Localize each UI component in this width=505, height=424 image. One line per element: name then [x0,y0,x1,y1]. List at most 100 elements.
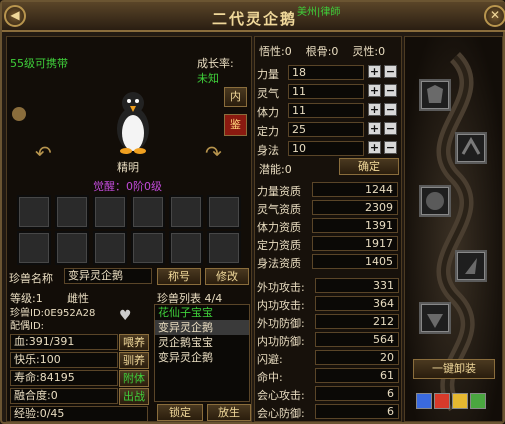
skill-slot[interactable] [131,195,165,229]
pet-list: 花仙子宝宝 变异灵企鹅 灵企鹅宝宝 变异灵企鹅 [154,304,250,402]
stat-value: 25 [288,122,364,137]
rotate-right-icon[interactable]: ↷ [205,141,222,165]
confirm-button[interactable]: 确定 [339,158,399,175]
lightning-icon[interactable] [452,393,468,409]
minus-icon[interactable]: − [384,141,397,154]
lock-button[interactable]: 锁定 [157,404,203,421]
back-button[interactable]: ◀ [4,5,26,27]
shell-icon [426,192,444,210]
plus-icon[interactable]: + [368,65,381,78]
minus-icon[interactable]: − [384,84,397,97]
pet-window: 二代灵企鹅 ◀ ✕ 55级可携带 成长率: 未知 内 鉴 ↶ ↷ 精明 觉醒：0… [0,0,505,424]
aptitude-name: 灵气资质 [257,203,301,216]
stat-row: 定力 25 + − [255,121,403,139]
combat-row: 外功攻击: 331 [255,277,403,295]
potential: 潜能:0 [259,163,292,176]
combat-name: 外功防御: [257,317,305,330]
pet-name-field[interactable]: 变异灵企鹅 [64,268,152,284]
stat-row: 力量 18 + − [255,64,403,82]
attach-button[interactable]: 附体 [119,370,149,387]
feed-button[interactable]: 喂养 [119,334,149,351]
plus-icon[interactable]: + [368,84,381,97]
pet-list-item[interactable]: 花仙子宝宝 [155,305,249,320]
skill-slot[interactable] [131,231,165,265]
hp-field: 血:391/391 [10,334,118,350]
tame-button[interactable]: 驯养 [119,352,149,369]
life-field: 寿命:84195 [10,370,118,386]
plus-icon[interactable]: + [368,141,381,154]
rotate-left-icon[interactable]: ↶ [35,141,52,165]
water-icon[interactable] [416,393,432,409]
growth-value: 未知 [197,72,219,85]
minus-icon[interactable]: − [384,103,397,116]
stat-name: 身法 [257,144,279,157]
title-bar[interactable]: 二代灵企鹅 [2,2,505,32]
close-icon: ✕ [489,8,501,22]
skill-slot[interactable] [169,195,203,229]
aptitude-name: 身法资质 [257,257,301,270]
aptitude-row: 力量资质 1244 [255,181,403,199]
back-icon: ◀ [10,8,20,22]
aptitude-row: 定力资质 1917 [255,235,403,253]
stat-row: 身法 10 + − [255,140,403,158]
skill-slot[interactable] [169,231,203,265]
combat-value: 20 [315,350,399,365]
equip-slot[interactable] [419,185,451,217]
claw-icon [461,136,481,155]
stat-row: 灵气 11 + − [255,83,403,101]
pet-info-panel: 55级可携带 成长率: 未知 内 鉴 ↶ ↷ 精明 觉醒：0阶0级 珍兽名称 变… [6,36,252,422]
skill-slot[interactable] [207,195,241,229]
top-stats: 悟性:0 根骨:0 灵性:0 [259,45,386,58]
aptitude-row: 身法资质 1405 [255,253,403,271]
fang-icon [427,314,443,328]
battle-button[interactable]: 出战 [119,388,149,405]
poison-icon[interactable] [470,393,486,409]
appraise-button[interactable]: 鉴 [224,114,247,136]
equip-slot[interactable] [455,250,487,282]
skill-slot[interactable] [55,195,89,229]
pet-list-item[interactable]: 灵企鹅宝宝 [155,335,249,350]
combat-row: 内功攻击: 364 [255,295,403,313]
pet-list-item[interactable]: 变异灵企鹅 [155,320,249,335]
combat-row: 外功防御: 212 [255,313,403,331]
top-hint: 美州|律師 [297,7,341,18]
aptitude-name: 体力资质 [257,221,301,234]
aptitude-value: 1244 [312,182,398,197]
plus-icon[interactable]: + [368,103,381,116]
stat-name: 灵气 [257,87,279,100]
equipment-panel: 一键卸装 [404,36,503,422]
inner-button[interactable]: 内 [224,87,247,107]
fire-icon[interactable] [434,393,450,409]
skill-slot[interactable] [207,231,241,265]
skill-slot[interactable] [93,231,127,265]
orb-icon[interactable] [12,107,26,121]
stat-name: 定力 [257,125,279,138]
plus-icon[interactable]: + [368,122,381,135]
release-button[interactable]: 放生 [207,404,251,421]
combat-name: 会心防御: [257,407,305,420]
skill-slot[interactable] [93,195,127,229]
unequip-all-button[interactable]: 一键卸装 [413,359,495,379]
equip-slot[interactable] [455,132,487,164]
mate-id: 配偶ID: [10,321,45,332]
stat-row: 体力 11 + − [255,102,403,120]
combat-row: 内功防御: 564 [255,331,403,349]
minus-icon[interactable]: − [384,65,397,78]
aptitude-row: 体力资质 1391 [255,217,403,235]
combat-name: 闪避: [257,353,283,366]
skill-slot[interactable] [55,231,89,265]
title-button[interactable]: 称号 [157,268,201,285]
combat-value: 331 [315,278,399,293]
penguin-portrait [117,92,149,154]
skill-slot[interactable] [17,231,51,265]
close-button[interactable]: ✕ [484,5,505,27]
equip-slot[interactable] [419,302,451,334]
pet-list-item[interactable]: 变异灵企鹅 [155,350,249,365]
combat-name: 内功防御: [257,335,305,348]
combat-name: 命中: [257,371,283,384]
minus-icon[interactable]: − [384,122,397,135]
skill-slot[interactable] [17,195,51,229]
exp-field: 经验:0/45 [10,406,148,422]
equip-slot[interactable] [419,79,451,111]
modify-button[interactable]: 修改 [205,268,249,285]
